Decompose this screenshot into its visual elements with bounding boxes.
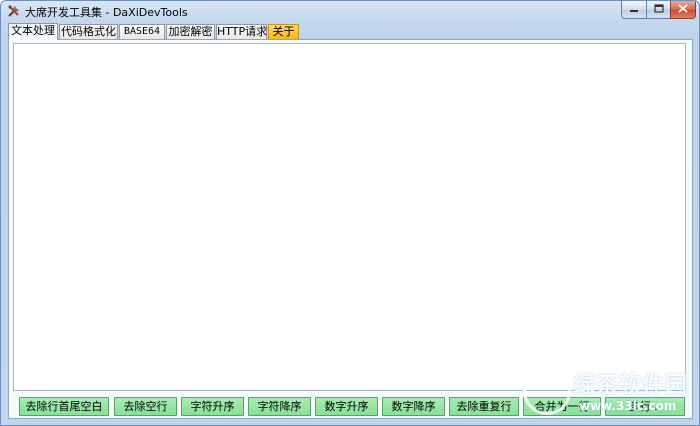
window-title: 大席开发工具集 - DaXiDevTools: [25, 6, 188, 19]
minimize-button[interactable]: [621, 1, 647, 19]
tab-text-processing[interactable]: 文本处理: [8, 23, 58, 40]
maximize-icon: [653, 3, 664, 16]
tab-encrypt-decrypt[interactable]: 加密解密: [166, 24, 215, 39]
text-editor[interactable]: [13, 43, 686, 391]
char-ascending-button[interactable]: 字符升序: [181, 397, 244, 416]
tab-code-format[interactable]: 代码格式化: [59, 24, 118, 39]
tab-base64[interactable]: BASE64: [119, 24, 165, 39]
remove-empty-lines-button[interactable]: 去除空行: [114, 397, 177, 416]
tab-http-request[interactable]: HTTP请求: [216, 24, 267, 39]
remove-duplicates-button[interactable]: 去除重复行: [449, 397, 519, 416]
tools-icon: [7, 4, 21, 18]
number-ascending-button[interactable]: 数字升序: [315, 397, 378, 416]
close-icon: [678, 3, 688, 16]
close-button[interactable]: [670, 1, 696, 19]
title-bar[interactable]: 大席开发工具集 - DaXiDevTools: [1, 1, 699, 22]
merge-lines-button[interactable]: 合并为一行: [523, 397, 601, 416]
minimize-icon: [629, 3, 639, 16]
number-descending-button[interactable]: 数字降序: [382, 397, 445, 416]
text-processing-panel: 去除行首尾空白 去除空行 字符升序 字符降序 数字升序 数字降序 去除重复行 合…: [8, 39, 693, 419]
multi-line-button[interactable]: 多行...: [605, 397, 685, 416]
action-button-row: 去除行首尾空白 去除空行 字符升序 字符降序 数字升序 数字降序 去除重复行 合…: [19, 397, 689, 416]
app-window: 大席开发工具集 - DaXiDevTools 文本处理 代码格式化 BASE64…: [0, 0, 700, 426]
tab-about[interactable]: 关于: [268, 24, 299, 39]
maximize-button[interactable]: [646, 1, 671, 19]
trim-lines-button[interactable]: 去除行首尾空白: [19, 397, 109, 416]
char-descending-button[interactable]: 字符降序: [248, 397, 311, 416]
